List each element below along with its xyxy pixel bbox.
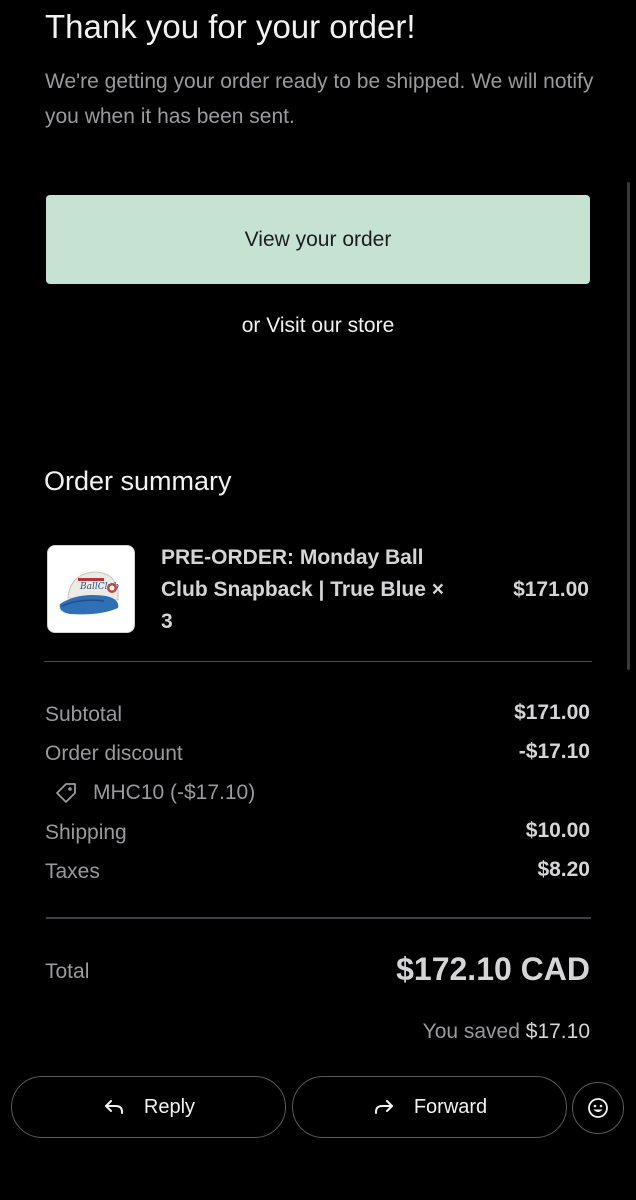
subtotal-value: $171.00 bbox=[514, 701, 590, 724]
forward-arrow-icon bbox=[374, 1100, 393, 1114]
emoji-reaction-button[interactable] bbox=[572, 1082, 624, 1134]
reply-label: Reply bbox=[143, 1095, 196, 1118]
smiley-icon bbox=[588, 1098, 608, 1118]
store-link-line: or Visit our store bbox=[0, 314, 636, 338]
forward-label: Forward bbox=[413, 1095, 488, 1118]
view-order-label: View your order bbox=[244, 227, 392, 251]
total-label: Total bbox=[45, 960, 90, 983]
forward-button[interactable]: Forward bbox=[292, 1076, 567, 1138]
saved-amount: $17.10 bbox=[525, 1020, 590, 1043]
scrollbar[interactable] bbox=[627, 182, 630, 670]
item-divider bbox=[44, 661, 592, 662]
taxes-value: $8.20 bbox=[537, 858, 590, 881]
or-text: or bbox=[241, 314, 261, 337]
discount-label: Order discount bbox=[45, 742, 183, 765]
total-value: $172.10 CAD bbox=[396, 951, 590, 987]
total-divider bbox=[46, 917, 591, 919]
product-thumbnail: BallClub bbox=[47, 545, 135, 633]
tag-icon bbox=[56, 783, 76, 803]
order-summary-title: Order summary bbox=[44, 466, 232, 496]
discount-code-text: MHC10 (-$17.10) bbox=[93, 781, 256, 804]
subtotal-label: Subtotal bbox=[45, 703, 123, 726]
shipping-label: Shipping bbox=[45, 821, 127, 844]
page-title: Thank you for your order! bbox=[45, 8, 416, 45]
saved-label: You saved bbox=[422, 1020, 520, 1043]
snapback-cap-image: BallClub bbox=[48, 546, 134, 632]
item-name: PRE-ORDER: Monday Ball Club Snapback | T… bbox=[161, 546, 445, 633]
view-order-button[interactable]: View your order bbox=[46, 195, 590, 284]
item-price: $171.00 bbox=[513, 578, 589, 601]
savings-line: You saved $17.10 bbox=[423, 1020, 590, 1044]
discount-value: -$17.10 bbox=[518, 740, 590, 763]
visit-store-link[interactable]: Visit our store bbox=[266, 314, 394, 337]
reply-arrow-icon bbox=[104, 1100, 123, 1114]
discount-code: MHC10 (-$17.10) bbox=[53, 780, 255, 806]
order-message: We're getting your order ready to be shi… bbox=[45, 70, 594, 128]
reply-button[interactable]: Reply bbox=[11, 1076, 286, 1138]
taxes-label: Taxes bbox=[45, 860, 100, 883]
shipping-value: $10.00 bbox=[525, 819, 590, 842]
